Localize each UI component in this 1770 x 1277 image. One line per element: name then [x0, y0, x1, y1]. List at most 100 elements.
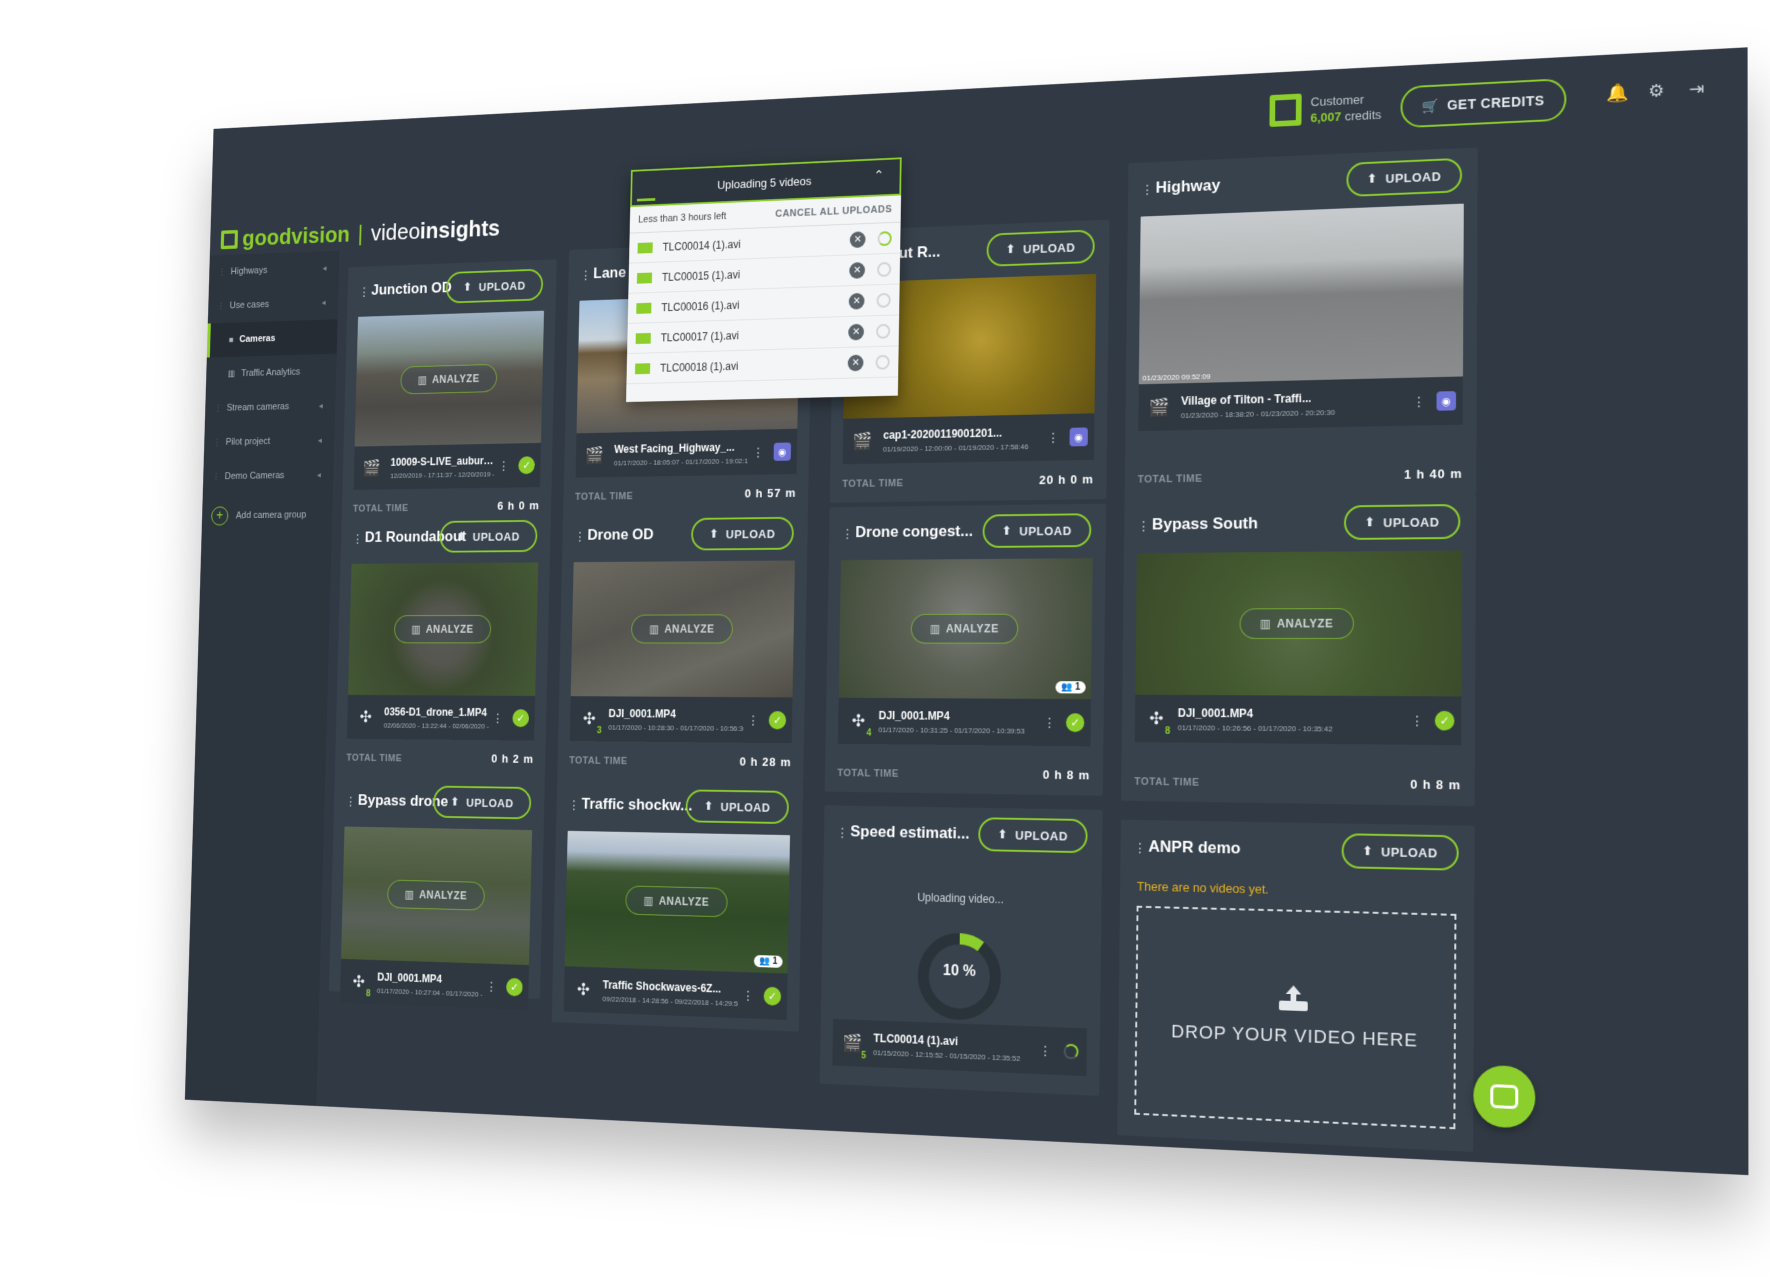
video-row[interactable]: ✣ Traffic Shockwaves-6Z... 09/22/2018 - 14… [563, 966, 788, 1020]
analyze-button[interactable]: ▥ ANALYZE [1239, 608, 1354, 639]
add-camera-group-button[interactable]: + Add camera group [202, 497, 333, 533]
logout-icon[interactable]: ⇥ [1687, 79, 1707, 99]
card-menu-icon[interactable]: ⋮ [1141, 182, 1154, 197]
drag-handle-icon[interactable]: ⋮ [212, 472, 220, 482]
video-row[interactable]: 🎬 5 TLC00014 (1).avi 01/15/2020 - 12:15:52 … [832, 1018, 1088, 1077]
chevron-icon[interactable]: ◂ [322, 263, 326, 273]
card-menu-icon[interactable]: ⋮ [1137, 518, 1150, 533]
upload-button[interactable]: ⬆ UPLOAD [685, 789, 790, 825]
upload-button[interactable]: ⬆ UPLOAD [1343, 503, 1461, 540]
camera-title[interactable]: Drone OD [587, 526, 654, 545]
video-menu-icon[interactable]: ⋮ [1406, 712, 1428, 729]
bell-icon[interactable]: 🔔 [1606, 83, 1628, 103]
video-menu-icon[interactable]: ⋮ [489, 710, 507, 725]
analyze-button[interactable]: ▥ ANALYZE [910, 613, 1019, 644]
sidebar-item-stream-cameras[interactable]: ⋮ Stream cameras ◂ [205, 388, 336, 425]
camera-title[interactable]: Lane [593, 264, 626, 283]
sidebar-item-pilot-project[interactable]: ⋮ Pilot project ◂ [204, 423, 335, 460]
video-menu-icon[interactable]: ⋮ [739, 987, 758, 1003]
pending-analysis-icon[interactable]: ◉ [1069, 427, 1088, 447]
video-row[interactable]: ✣ 8 DJI_0001.MP4 01/17/2020 - 10:27:04 - 01… [339, 958, 530, 1011]
camera-title[interactable]: Junction OD [371, 279, 452, 299]
sidebar-item-traffic-analytics[interactable]: ▥ Traffic Analytics [206, 354, 337, 392]
analyze-button[interactable]: ▥ ANALYZE [393, 614, 492, 644]
video-thumbnail[interactable]: ▥ ANALYZE [1135, 550, 1463, 697]
video-menu-icon[interactable]: ⋮ [749, 444, 768, 460]
upload-button[interactable]: ⬆ UPLOAD [1341, 833, 1459, 871]
upload-button[interactable]: ⬆ UPLOAD [1346, 157, 1463, 197]
card-menu-icon[interactable]: ⋮ [580, 268, 592, 283]
chevron-icon[interactable]: ◂ [318, 436, 322, 446]
video-menu-icon[interactable]: ⋮ [1039, 714, 1059, 730]
video-row[interactable]: 🎬 West Facing_Highway_... 01/17/2020 - 18:… [575, 428, 798, 478]
analyze-button[interactable]: ▥ ANALYZE [625, 885, 728, 918]
card-menu-icon[interactable]: ⋮ [568, 798, 580, 813]
get-credits-button[interactable]: 🛒 GET CREDITS [1400, 78, 1567, 129]
video-row[interactable]: 🎬 Village of Tilton - Traffi... 01/23/2020… [1138, 376, 1463, 432]
cancel-upload-icon[interactable]: ✕ [848, 292, 865, 310]
pending-analysis-icon[interactable]: ◉ [773, 442, 792, 461]
sidebar-item-cameras[interactable]: ■ Cameras [206, 319, 338, 358]
card-menu-icon[interactable]: ⋮ [345, 794, 356, 808]
video-thumbnail[interactable]: ▥ ANALYZE [340, 826, 533, 966]
video-menu-icon[interactable]: ⋮ [1043, 429, 1063, 445]
video-thumbnail[interactable]: 01/23/2020 09:52:09 [1138, 203, 1464, 385]
card-menu-icon[interactable]: ⋮ [574, 529, 586, 543]
drag-handle-icon[interactable]: ⋮ [218, 267, 226, 277]
video-menu-icon[interactable]: ⋮ [744, 712, 763, 728]
card-menu-icon[interactable]: ⋮ [359, 285, 370, 299]
chevron-icon[interactable]: ◂ [317, 470, 321, 480]
video-menu-icon[interactable]: ⋮ [1408, 393, 1429, 410]
card-menu-icon[interactable]: ⋮ [352, 532, 363, 546]
card-menu-icon[interactable]: ⋮ [1133, 840, 1146, 856]
upload-button[interactable]: ⬆ UPLOAD [445, 268, 544, 304]
chevron-up-icon[interactable]: ⌃ [874, 167, 884, 183]
video-row[interactable]: ✣ 0356-D1_drone_1.MP4 02/06/2020 - 13:22:4… [346, 694, 536, 741]
camera-title[interactable]: Drone congest... [855, 522, 973, 542]
camera-title[interactable]: ANPR demo [1148, 837, 1240, 858]
video-row[interactable]: 🎬 10009-S-LIVE_auburn_t... 12/20/2019 - 17… [353, 442, 542, 490]
video-row[interactable]: ✣ 8 DJI_0001.MP4 01/17/2020 - 10:26:56 - 01… [1134, 694, 1462, 746]
gear-icon[interactable]: ⚙ [1646, 81, 1666, 101]
card-menu-icon[interactable]: ⋮ [841, 526, 853, 541]
video-menu-icon[interactable]: ⋮ [1035, 1042, 1055, 1059]
video-row[interactable]: ✣ 3 DJI_0001.MP4 01/17/2020 - 10:28:30 - 01… [569, 696, 793, 744]
sidebar-item-use-cases[interactable]: ⋮ Use cases ◂ [208, 285, 339, 324]
cancel-upload-icon[interactable]: ✕ [849, 230, 866, 248]
upload-button[interactable]: ⬆ UPLOAD [978, 817, 1088, 854]
camera-title[interactable]: Traffic shockw... [581, 795, 692, 815]
drag-handle-icon[interactable]: ⋮ [213, 438, 221, 448]
chevron-icon[interactable]: ◂ [319, 401, 323, 411]
video-thumbnail[interactable]: ▥ ANALYZE 👥 1 [564, 830, 791, 974]
upload-button[interactable]: ⬆ UPLOAD [982, 513, 1092, 548]
pending-analysis-icon[interactable]: ◉ [1436, 391, 1457, 411]
cancel-upload-icon[interactable]: ✕ [847, 354, 864, 371]
video-thumbnail[interactable]: ▥ ANALYZE 👥 1 [838, 558, 1093, 700]
upload-button[interactable]: ⬆ UPLOAD [439, 519, 538, 553]
analyze-button[interactable]: ▥ ANALYZE [630, 614, 734, 644]
video-thumbnail[interactable]: ▥ ANALYZE [354, 310, 545, 447]
chevron-icon[interactable]: ◂ [322, 298, 326, 308]
cancel-upload-icon[interactable]: ✕ [848, 323, 865, 341]
sidebar-item-demo-cameras[interactable]: ⋮ Demo Cameras ◂ [203, 457, 334, 494]
drag-handle-icon[interactable]: ⋮ [217, 301, 225, 311]
sidebar-item-highways[interactable]: ⋮ Highways ◂ [209, 250, 340, 289]
drop-zone[interactable]: DROP YOUR VIDEO HERE [1134, 905, 1457, 1130]
video-row[interactable]: ✣ 4 DJI_0001.MP4 01/17/2020 - 10:31:25 - 01… [837, 697, 1092, 747]
video-thumbnail[interactable]: ▥ ANALYZE [348, 562, 539, 696]
card-menu-icon[interactable]: ⋮ [836, 825, 849, 840]
video-row[interactable]: 🎬 cap1-20200119001201... 01/19/2020 - 12:0… [842, 413, 1095, 465]
video-thumbnail[interactable]: ▥ ANALYZE [570, 560, 795, 698]
analyze-button[interactable]: ▥ ANALYZE [400, 363, 498, 395]
video-menu-icon[interactable]: ⋮ [495, 458, 513, 473]
upload-button[interactable]: ⬆ UPLOAD [690, 516, 795, 551]
cancel-all-uploads-button[interactable]: CANCEL ALL UPLOADS [775, 203, 892, 219]
cancel-upload-icon[interactable]: ✕ [849, 261, 866, 279]
upload-button[interactable]: ⬆ UPLOAD [432, 785, 532, 820]
analyze-button[interactable]: ▥ ANALYZE [387, 879, 485, 911]
camera-title[interactable]: Highway [1156, 176, 1221, 197]
drag-handle-icon[interactable]: ⋮ [214, 403, 222, 413]
camera-title[interactable]: Bypass South [1152, 514, 1258, 534]
camera-title[interactable]: Speed estimati... [850, 822, 969, 843]
upload-button[interactable]: ⬆ UPLOAD [986, 229, 1095, 267]
